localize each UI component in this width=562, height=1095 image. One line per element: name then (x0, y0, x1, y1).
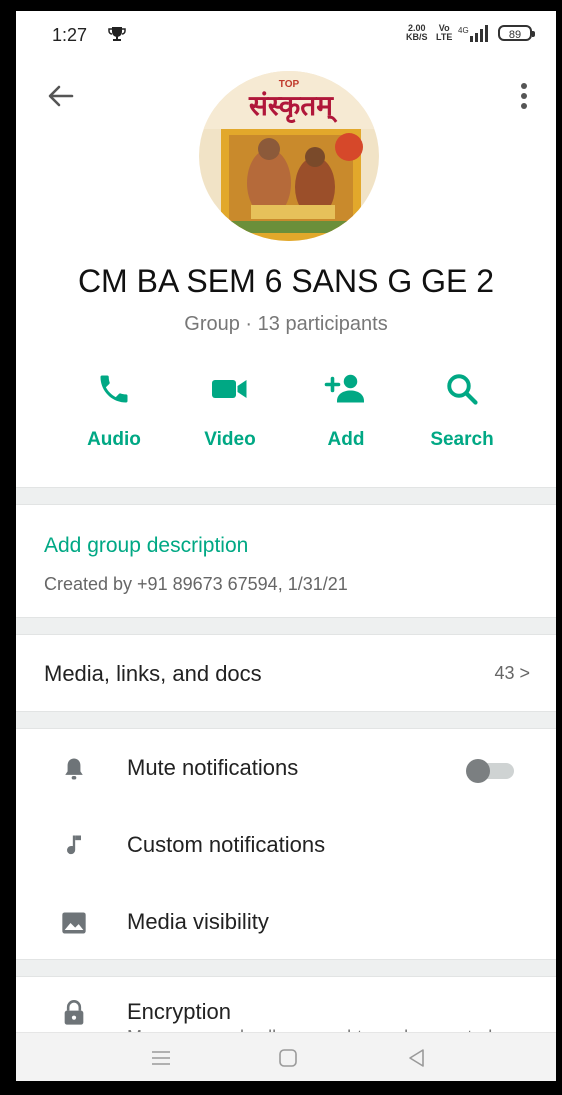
avatar-title: संस्कृतम् (248, 89, 338, 123)
menu-icon[interactable] (148, 1045, 174, 1071)
lock-icon (64, 1000, 84, 1025)
network-speed: 2.00 KB/S (406, 24, 428, 42)
media-count: 43 > (494, 663, 530, 683)
search-button[interactable]: Search (412, 371, 512, 461)
custom-notifications-label: Custom notifications (127, 832, 326, 857)
group-name: CM BA SEM 6 SANS G GE 2 (77, 263, 495, 299)
network-type: 4G (458, 26, 469, 35)
phone-screen: 1:27 2.00 KB/S Vo LTE 4G 89 TOP संस्कृतम… (16, 11, 556, 1081)
media-visibility-row[interactable]: Media visibility (16, 887, 556, 959)
mute-notifications-row[interactable]: Mute notifications (16, 733, 556, 805)
group-subtitle: Group · 13 participants (184, 313, 388, 335)
image-icon (62, 912, 86, 934)
signal-icon: 4G (458, 25, 488, 42)
audio-call-button[interactable]: Audio (64, 371, 164, 461)
home-icon[interactable] (275, 1045, 301, 1071)
more-options-icon[interactable] (514, 79, 534, 113)
add-label: Add (327, 429, 365, 450)
add-description-link[interactable]: Add group description (44, 534, 248, 558)
media-visibility-label: Media visibility (127, 909, 269, 934)
encryption-row[interactable]: Encryption Messages and calls are end-to… (16, 977, 556, 1037)
volte-bottom: LTE (436, 32, 453, 42)
mute-toggle[interactable] (466, 759, 516, 783)
search-icon (447, 374, 478, 405)
media-label: Media, links, and docs (44, 661, 262, 686)
created-by-text: Created by +91 89673 67594, 1/31/21 (44, 574, 348, 594)
toggle-knob (466, 759, 490, 783)
section-divider (16, 711, 556, 729)
group-avatar[interactable]: TOP संस्कृतम् (199, 71, 379, 241)
battery-indicator: 89 (498, 25, 535, 41)
bell-icon (65, 758, 83, 780)
quick-actions: Audio Video Add Search (16, 371, 556, 461)
audio-label: Audio (87, 429, 141, 450)
status-time: 1:27 (52, 25, 88, 45)
section-divider (16, 617, 556, 635)
section-divider (16, 487, 556, 505)
system-nav-bar (16, 1032, 556, 1081)
phone-icon (100, 375, 128, 403)
video-call-button[interactable]: Video (180, 371, 280, 461)
music-note-icon (67, 835, 81, 855)
section-divider (16, 959, 556, 977)
encryption-label: Encryption (127, 999, 231, 1024)
video-camera-icon (212, 380, 247, 398)
trophy-icon (108, 27, 126, 41)
volte-indicator: Vo LTE (436, 24, 452, 42)
video-label: Video (204, 429, 256, 450)
mute-notifications-label: Mute notifications (127, 755, 299, 780)
custom-notifications-row[interactable]: Custom notifications (16, 810, 556, 882)
speed-unit: KB/S (406, 32, 428, 42)
back-triangle-icon[interactable] (404, 1045, 430, 1071)
add-participant-button[interactable]: Add (296, 371, 396, 461)
status-bar: 1:27 2.00 KB/S Vo LTE 4G 89 (16, 11, 556, 59)
back-arrow-icon[interactable] (46, 81, 76, 111)
add-person-icon (324, 374, 364, 403)
media-links-docs-row[interactable]: Media, links, and docs 43 > (16, 635, 556, 711)
search-label: Search (430, 429, 494, 450)
book-cover-image: TOP संस्कृतम् (199, 71, 379, 241)
